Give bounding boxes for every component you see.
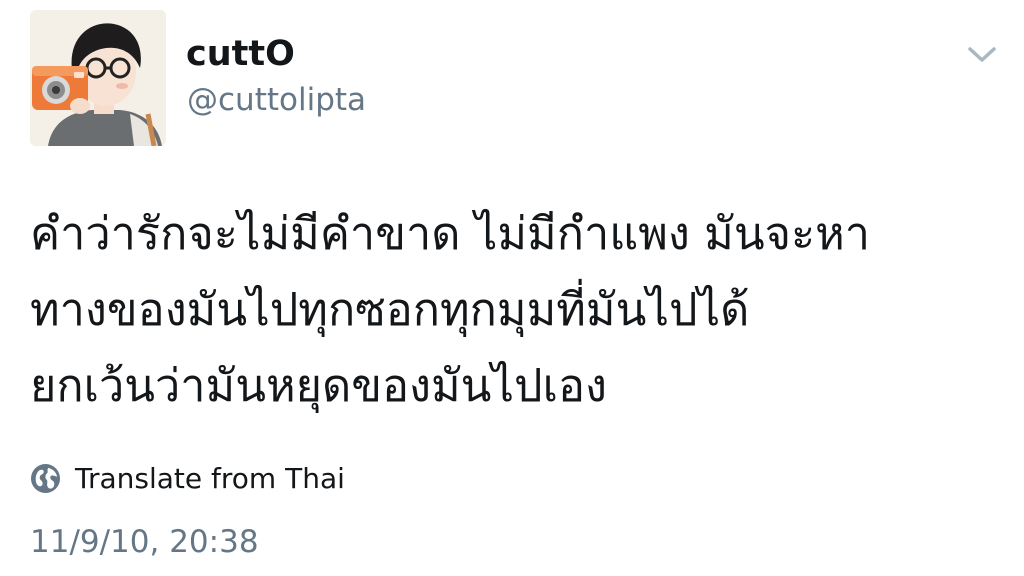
display-name[interactable]: cuttO: [186, 32, 295, 76]
avatar[interactable]: [30, 10, 166, 146]
globe-icon: [30, 463, 61, 493]
tweet-text: คำว่ารักจะไม่มีคำขาด ไม่มีกำแพง มันจะหา …: [30, 196, 990, 424]
user-handle[interactable]: @cuttolipta: [187, 80, 366, 120]
avatar-illustration: [30, 10, 166, 146]
tweet-card: cuttO @cuttolipta คำว่ารักจะไม่มีคำขาด ไ…: [0, 0, 1024, 576]
translate-label: Translate from Thai: [75, 461, 345, 495]
chevron-down-icon[interactable]: [964, 40, 1000, 68]
tweet-text-line: ยกเว้นว่ามันหยุดของมันไปเอง: [30, 359, 608, 412]
tweet-text-line: คำว่ารักจะไม่มีคำขาด ไม่มีกำแพง มันจะหา: [30, 207, 871, 260]
tweet-text-line: ทางของมันไปทุกซอกทุกมุมที่มันไปได้: [30, 283, 750, 336]
translate-link[interactable]: Translate from Thai: [30, 456, 345, 500]
timestamp[interactable]: 11/9/10, 20:38: [30, 520, 259, 564]
